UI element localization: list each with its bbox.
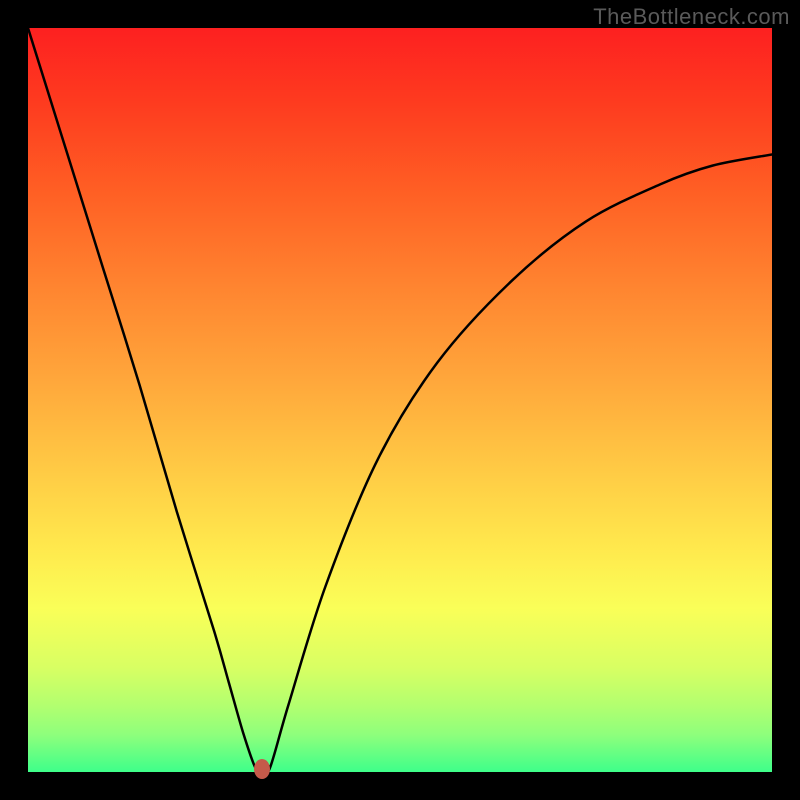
bottleneck-curve	[28, 28, 772, 772]
chart-frame: TheBottleneck.com	[0, 0, 800, 800]
curve-svg	[28, 28, 772, 772]
optimum-marker	[254, 759, 270, 779]
plot-area	[28, 28, 772, 772]
watermark-label: TheBottleneck.com	[593, 4, 790, 30]
